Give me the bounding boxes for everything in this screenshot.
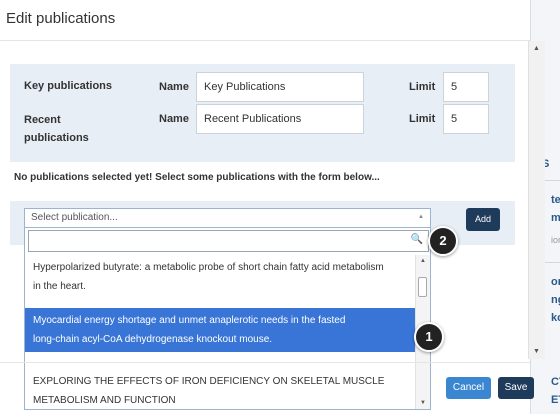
background-text: te	[551, 194, 560, 206]
recent-publications-label: publications	[24, 132, 89, 144]
caret-up-icon: ▲	[418, 214, 424, 220]
publication-options-dropdown: 🔍 Hyperpolarized butyrate: a metabolic p…	[24, 227, 431, 410]
publication-option[interactable]: Hyperpolarized butyrate: a metabolic pro…	[25, 255, 415, 299]
select-publication-dropdown[interactable]: Select publication... ▲	[24, 208, 431, 228]
modal-title: Edit publications	[6, 10, 116, 27]
save-button[interactable]: Save	[498, 377, 534, 399]
background-text: CT	[551, 376, 560, 388]
publication-option-highlighted[interactable]: Myocardial energy shortage and unmet ana…	[25, 308, 415, 352]
publication-search-input[interactable]: 🔍	[28, 230, 429, 252]
option-title-line: Hyperpolarized butyrate: a metabolic pro…	[33, 262, 384, 273]
recent-publications-label: Recent	[24, 114, 61, 126]
edit-publications-modal: Edit publications Key publications Name …	[0, 0, 545, 414]
background-text: ko	[551, 312, 560, 324]
scrollbar-thumb[interactable]	[418, 277, 427, 297]
key-publications-limit-input[interactable]	[443, 72, 489, 102]
recent-limit-label: Limit	[409, 113, 436, 125]
option-title-line: Myocardial energy shortage and unmet ana…	[33, 315, 346, 326]
key-publications-name-input[interactable]	[196, 72, 364, 102]
recent-publications-limit-input[interactable]	[443, 104, 489, 134]
scroll-down-icon[interactable]: ▼	[420, 400, 426, 406]
key-publications-label: Key publications	[24, 80, 113, 92]
option-title-line: in the heart.	[33, 281, 86, 292]
search-icon: 🔍	[410, 234, 423, 245]
option-title-line: METABOLISM AND FUNCTION	[33, 395, 176, 406]
option-title-line: long-chain acyl-CoA dehydrogenase knocko…	[33, 334, 273, 345]
key-limit-label: Limit	[409, 81, 436, 93]
background-text: ion	[551, 235, 560, 245]
modal-header: Edit publications	[0, 0, 530, 41]
step-badge-1: 1	[414, 322, 444, 352]
step-badge-2: 2	[428, 226, 458, 256]
recent-publications-name-input[interactable]	[196, 104, 364, 134]
option-title-line: EXPLORING THE EFFECTS OF IRON DEFICIENCY…	[33, 376, 385, 387]
no-publications-notice: No publications selected yet! Select som…	[14, 172, 380, 183]
background-text: or	[551, 276, 560, 288]
cancel-button[interactable]: Cancel	[446, 377, 491, 399]
background-text: ng	[551, 294, 560, 306]
recent-name-label: Name	[159, 113, 189, 125]
modal-scrollbar[interactable]: ▲ ▼	[528, 41, 545, 359]
background-text: ET	[551, 394, 560, 406]
background-text: me	[551, 212, 560, 224]
key-name-label: Name	[159, 81, 189, 93]
scroll-up-icon[interactable]: ▲	[533, 45, 540, 52]
scroll-up-icon[interactable]: ▲	[420, 258, 426, 264]
scroll-down-icon[interactable]: ▼	[533, 348, 540, 355]
select-placeholder: Select publication...	[31, 212, 118, 223]
footer-divider	[0, 362, 530, 363]
add-publication-button[interactable]: Add	[466, 208, 500, 231]
publication-option[interactable]: EXPLORING THE EFFECTS OF IRON DEFICIENCY…	[25, 369, 415, 409]
